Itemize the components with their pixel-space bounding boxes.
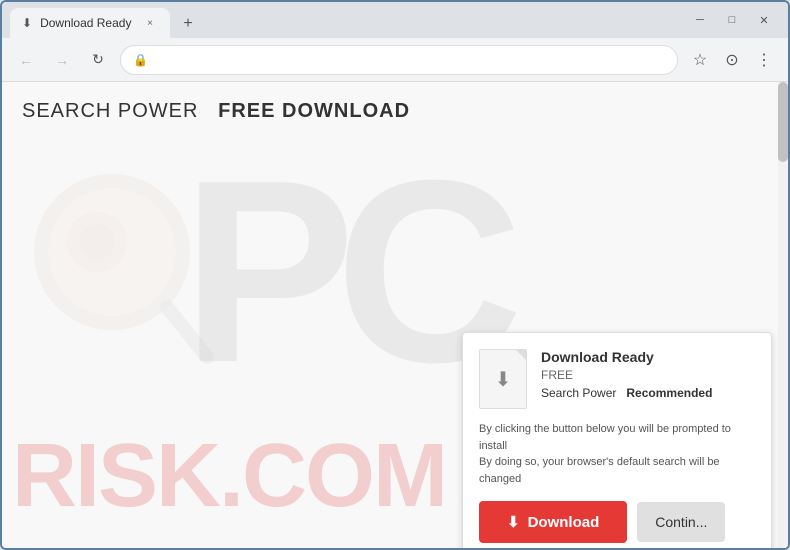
url-bar[interactable]: 🔒 — [120, 45, 678, 75]
window-controls: ─ □ ✕ — [688, 8, 780, 32]
pc-watermark: PC — [182, 142, 503, 402]
active-tab[interactable]: ⬇ Download Ready × — [10, 8, 170, 38]
card-download-title: Download Ready — [541, 349, 755, 365]
tab-favicon: ⬇ — [22, 16, 32, 30]
scrollbar[interactable] — [778, 82, 788, 548]
download-icon: ⬇ — [507, 513, 520, 531]
title-bar: ⬇ Download Ready × + ─ □ ✕ — [2, 2, 788, 38]
new-tab-button[interactable]: + — [174, 10, 202, 38]
download-button[interactable]: ⬇ Download — [479, 501, 627, 543]
download-button-label: Download — [528, 514, 600, 531]
page-heading: SEARCH POWER FREE DOWNLOAD — [22, 100, 410, 123]
card-top: ⬇ Download Ready FREE Search Power Recom… — [479, 349, 755, 409]
maximize-button[interactable]: □ — [720, 8, 744, 32]
card-desc-line2: By doing so, your browser's default sear… — [479, 454, 755, 487]
heading-normal: SEARCH POWER — [22, 100, 198, 122]
page-content: SEARCH POWER FREE DOWNLOAD PC — [2, 82, 788, 548]
continue-button[interactable]: Contin... — [637, 502, 725, 542]
card-recommended: Search Power Recommended — [541, 386, 755, 400]
toolbar-icons: ☆ ⊙ ⋮ — [686, 46, 778, 74]
card-free-label: FREE — [541, 368, 755, 382]
file-icon: ⬇ — [479, 349, 527, 409]
heading-bold: FREE DOWNLOAD — [218, 100, 410, 122]
card-description: By clicking the button below you will be… — [479, 421, 755, 487]
watermark-area: SEARCH POWER FREE DOWNLOAD PC — [2, 82, 788, 548]
tab-close-button[interactable]: × — [142, 15, 158, 31]
card-desc-line1: By clicking the button below you will be… — [479, 421, 755, 454]
back-button[interactable]: ← — [12, 46, 40, 74]
minimize-button[interactable]: ─ — [688, 8, 712, 32]
forward-button[interactable]: → — [48, 46, 76, 74]
tab-title: Download Ready — [40, 16, 134, 30]
browser-frame: ⬇ Download Ready × + ─ □ ✕ ← → ↻ 🔒 ☆ ⊙ ⋮ — [0, 0, 790, 550]
card-buttons: ⬇ Download Contin... — [479, 501, 755, 543]
reload-button[interactable]: ↻ — [84, 46, 112, 74]
card-info: Download Ready FREE Search Power Recomme… — [541, 349, 755, 400]
download-card: ⬇ Download Ready FREE Search Power Recom… — [462, 332, 772, 548]
scrollbar-thumb[interactable] — [778, 82, 788, 162]
file-icon-glyph: ⬇ — [495, 367, 512, 392]
address-bar: ← → ↻ 🔒 ☆ ⊙ ⋮ — [2, 38, 788, 82]
card-recommended-label: Search Power — [541, 386, 616, 400]
card-recommended-value: Recommended — [626, 386, 712, 400]
close-button[interactable]: ✕ — [752, 8, 776, 32]
lock-icon: 🔒 — [133, 53, 148, 67]
tab-bar: ⬇ Download Ready × + — [10, 2, 688, 38]
account-icon[interactable]: ⊙ — [718, 46, 746, 74]
risk-watermark: RISK.COM — [12, 425, 446, 528]
menu-icon[interactable]: ⋮ — [750, 46, 778, 74]
bookmark-icon[interactable]: ☆ — [686, 46, 714, 74]
